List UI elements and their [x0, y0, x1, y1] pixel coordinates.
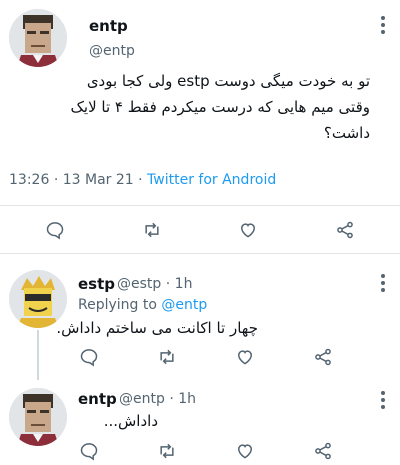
retweet-icon[interactable]: [156, 346, 178, 368]
main-tweet-text-line3: داشت؟: [323, 124, 370, 142]
reply2-author-handle[interactable]: @entp: [119, 391, 165, 407]
replying-to: Replying to @entp: [78, 297, 207, 313]
reply2-meta: @entp · 1h: [119, 391, 196, 407]
meta-separator: ·: [53, 172, 59, 188]
meta-separator: ·: [165, 276, 171, 292]
avatar-entp[interactable]: [9, 388, 67, 446]
replying-to-label: Replying to: [78, 297, 157, 313]
share-icon[interactable]: [312, 346, 334, 368]
main-tweet-text-line1: تو به خودت میگی دوست estp ولی کجا بودی: [86, 72, 370, 90]
retweet-icon[interactable]: [141, 219, 163, 241]
replying-to-mention[interactable]: @entp: [161, 297, 207, 313]
main-tweet-text: تو به خودت میگی دوست estp ولی کجا بودی و…: [40, 68, 370, 146]
more-vertical-icon[interactable]: [381, 16, 385, 37]
comment-icon[interactable]: [78, 346, 100, 368]
heart-icon[interactable]: [237, 219, 259, 241]
comment-icon[interactable]: [44, 219, 66, 241]
meta-separator: ·: [138, 172, 143, 188]
reply2-text: داداش...: [103, 412, 158, 430]
main-author-handle[interactable]: @entp: [89, 43, 135, 59]
main-author-name[interactable]: entp: [89, 17, 128, 35]
tweet-source[interactable]: Twitter for Android: [147, 172, 276, 188]
divider: [0, 253, 400, 254]
reply2-author-name[interactable]: entp: [78, 390, 117, 408]
heart-icon[interactable]: [234, 346, 256, 368]
tweet-timestamp[interactable]: 13:26 · 13 Mar 21 · Twitter for Android: [9, 172, 276, 188]
tweet-time: 13:26: [9, 172, 50, 188]
share-icon[interactable]: [334, 219, 356, 241]
reply1-meta: @estp · 1h: [117, 276, 192, 292]
retweet-icon[interactable]: [156, 440, 178, 462]
reply1-author-name[interactable]: estp: [78, 275, 115, 293]
reply1-text: چهار تا اکانت می ساختم داداش.: [56, 319, 258, 337]
reply1-author-handle[interactable]: @estp: [117, 276, 161, 292]
main-tweet-actions: [44, 219, 356, 241]
share-icon[interactable]: [312, 440, 334, 462]
comment-icon[interactable]: [78, 440, 100, 462]
avatar-entp[interactable]: [9, 9, 67, 67]
divider: [0, 205, 400, 206]
reply2-age: 1h: [178, 391, 197, 407]
more-vertical-icon[interactable]: [381, 274, 385, 295]
meta-separator: ·: [169, 391, 174, 407]
thread-line: [37, 330, 39, 380]
heart-icon[interactable]: [234, 440, 256, 462]
reply2-actions: [78, 440, 334, 462]
reply1-actions: [78, 346, 334, 368]
more-vertical-icon[interactable]: [381, 391, 385, 412]
main-tweet-text-line2: وقتی میم هایی که درست میکردم فقط ۴ تا لا…: [70, 98, 370, 116]
reply1-age: 1h: [174, 276, 193, 292]
tweet-date: 13 Mar 21: [62, 172, 134, 188]
